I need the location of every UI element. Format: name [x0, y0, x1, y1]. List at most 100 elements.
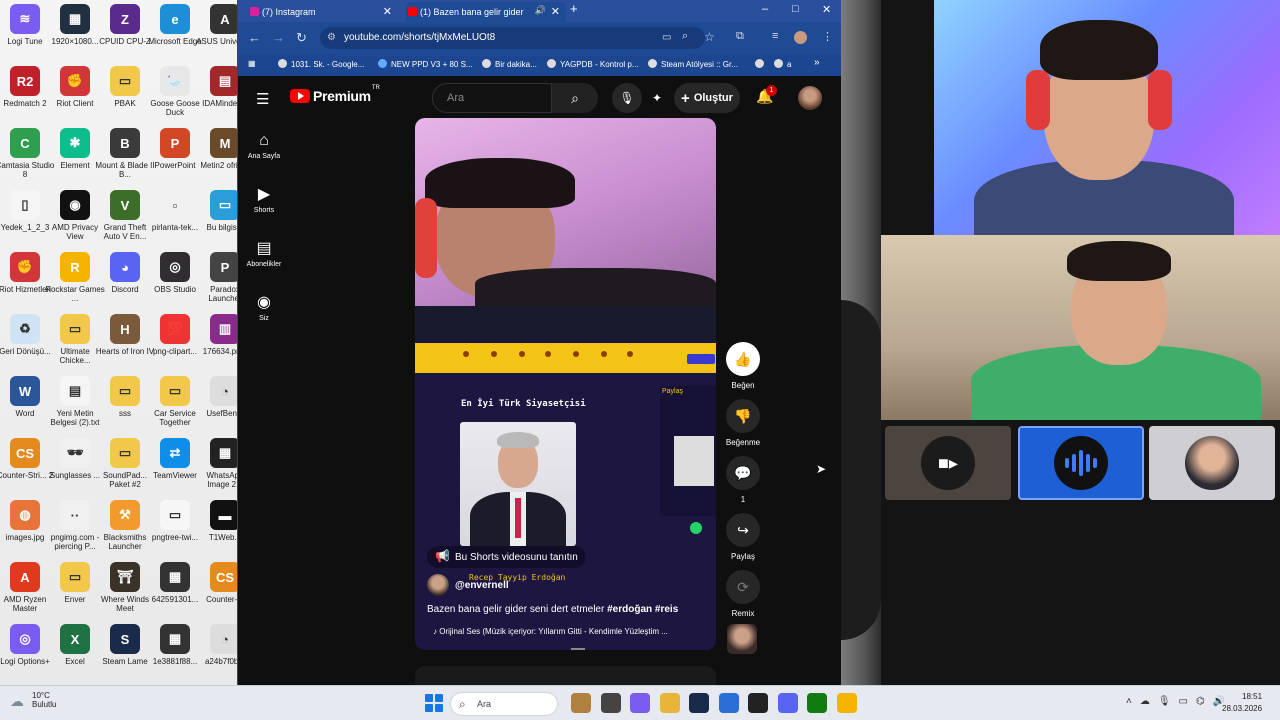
taskbar-store-icon[interactable] — [718, 693, 739, 713]
forward-arrow-icon[interactable]: → — [272, 30, 285, 45]
desktop-icon[interactable]: ▬ T1Web... — [195, 498, 240, 560]
bookmark-star-icon[interactable]: ☆ — [704, 30, 715, 44]
taskbar-chrome-icon[interactable] — [836, 693, 857, 713]
app-icon: ▭ — [110, 66, 140, 96]
taskbar-widget-icon[interactable] — [571, 693, 591, 713]
sidebar-item-home[interactable]: ⌂ Ana Sayfa — [238, 120, 290, 174]
title-hashtags[interactable]: #erdoğan #reis — [607, 604, 678, 615]
taskbar-discord-icon[interactable] — [777, 693, 798, 713]
promote-short-button[interactable]: 📢 Bu Shorts videosunu tanıtın — [427, 546, 586, 568]
search-input[interactable]: Ara — [432, 83, 552, 113]
taskbar-file-manager-icon[interactable] — [600, 693, 621, 713]
close-tab-icon[interactable]: ✕ — [551, 5, 560, 18]
back-arrow-icon[interactable]: ← — [248, 30, 261, 45]
close-tab-icon[interactable]: ✕ — [383, 5, 392, 18]
site-info-icon[interactable]: ⚙ — [327, 27, 336, 49]
bookmark-item[interactable]: NEW PPD V3 + 80 S... — [378, 59, 473, 69]
app-icon: 💯 — [160, 314, 190, 344]
zoom-icon[interactable]: ⌕ — [682, 30, 688, 43]
desktop-icon[interactable]: M Metin2 ofrijil... — [195, 126, 240, 188]
voice-tile[interactable] — [1018, 426, 1144, 500]
bookmark-item[interactable] — [755, 59, 768, 69]
create-button[interactable]: + Oluştur — [674, 83, 740, 113]
tab-search-icon[interactable]: ≡ — [772, 30, 778, 42]
sound-thumbnail[interactable] — [727, 624, 757, 654]
channel-row[interactable]: @envernell — [427, 574, 509, 596]
new-tab-button[interactable]: + — [570, 1, 578, 16]
display-icon[interactable]: ▭ — [1179, 696, 1196, 707]
music-info[interactable]: ♪ Orijinal Ses (Müzik içeriyor: Yıllarım… — [433, 627, 713, 636]
sidebar-item-subscriptions[interactable]: ▤ Abonelikler — [238, 228, 290, 282]
menu-dots-icon[interactable]: ⋮ — [822, 30, 833, 43]
account-avatar[interactable] — [798, 86, 822, 110]
voice-search-button[interactable]: 🎙 — [612, 83, 642, 113]
bookmark-item[interactable]: YAGPDB - Kontrol p... — [547, 59, 639, 69]
taskbar-steam-icon[interactable] — [689, 693, 709, 713]
audio-playing-icon[interactable]: 🔊 — [535, 5, 546, 16]
next-short-preview[interactable] — [415, 666, 716, 686]
sidebar-item-shorts[interactable]: ▶ Shorts — [238, 174, 290, 228]
desktop: ≋ Logi Tune ▦ 1920×1080... Z CPUID CPU-Z e Micr… — [0, 0, 240, 685]
channel-name[interactable]: @envernell — [455, 580, 509, 591]
microphone-icon[interactable]: 🎙 — [1158, 696, 1179, 707]
tab-instagram[interactable]: (7) Instagram ✕ — [248, 2, 398, 22]
comment-icon: 💬 — [726, 456, 760, 490]
bookmark-item[interactable]: a — [774, 59, 791, 69]
minimize-button[interactable]: – — [762, 3, 768, 15]
network-icon[interactable]: ⌬ — [1196, 696, 1213, 707]
youtube-logo[interactable]: Premium TR — [290, 85, 380, 104]
bookmark-item[interactable]: 1031. Sk. - Google... — [278, 59, 364, 69]
chevron-up-icon[interactable]: ˄ — [1126, 696, 1140, 707]
desktop-icon[interactable]: ▭ Bu bilgis... — [195, 188, 240, 250]
cast-icon[interactable]: ▭ — [662, 32, 671, 43]
taskbar-app-dark-icon[interactable] — [748, 693, 768, 713]
profile-avatar[interactable] — [794, 31, 807, 44]
apps-grid-icon[interactable]: ▦ — [248, 59, 256, 68]
search-icon: ⌕ — [459, 697, 466, 711]
app-icon: A — [210, 4, 240, 34]
close-window-button[interactable]: ✕ — [822, 3, 831, 16]
tab-youtube[interactable]: (1) Bazen bana gelir gider 🔊 ✕ — [406, 2, 566, 22]
short-video-player[interactable]: En İyi Türk Siyasetçisi Paylaş Recep Tay… — [415, 118, 716, 650]
app-icon: V — [110, 190, 140, 220]
taskbar-search[interactable]: ⌕ Ara — [450, 692, 558, 716]
app-icon: P — [160, 128, 190, 158]
desktop-icon[interactable]: ▤ IDAMindex... — [195, 64, 240, 126]
dislike-icon: 👎 — [726, 399, 760, 433]
system-tray[interactable]: ˄☁🎙▭⌬🔊 — [1126, 696, 1233, 707]
channel-avatar[interactable] — [427, 574, 449, 596]
share-button[interactable]: ↪ Paylaş — [722, 513, 764, 570]
maximize-button[interactable]: □ — [792, 3, 799, 15]
desktop-icon[interactable]: ◔ UsefBen... — [195, 374, 240, 436]
cloud-icon[interactable]: ☁ — [1140, 696, 1158, 707]
like-button[interactable]: 👍 Beğen — [722, 342, 764, 399]
dislike-button[interactable]: 👎 Beğenme — [722, 399, 764, 456]
desktop-icon[interactable]: ◔ a24b7f0b... — [195, 622, 240, 684]
desktop-icon[interactable]: ▥ 176634.pn... — [195, 312, 240, 374]
search-button[interactable]: ⌕ — [552, 83, 598, 113]
hamburger-menu-icon[interactable]: ☰ — [256, 90, 269, 108]
start-button[interactable] — [425, 694, 443, 712]
avatar-tile[interactable] — [1149, 426, 1275, 500]
weather-widget[interactable]: ☁ 10°C Bulutlu — [10, 691, 56, 709]
clock[interactable]: 18:51 28.03.2026 — [1222, 691, 1262, 715]
comments-button[interactable]: 💬 1 — [722, 456, 764, 513]
more-bookmarks-button[interactable]: » — [814, 57, 820, 68]
app-icon: Z — [110, 4, 140, 34]
taskbar-copilot-icon[interactable] — [630, 693, 650, 713]
extension-button[interactable]: ✦ — [642, 83, 672, 113]
bookmark-item[interactable]: Bir dakika... — [482, 59, 537, 69]
remix-button[interactable]: ⟳ Remix — [722, 570, 764, 627]
extensions-icon[interactable]: ⧉ — [736, 30, 744, 43]
desktop-icon[interactable]: P Paradox Launcher — [195, 250, 240, 312]
taskbar-xbox-icon[interactable] — [807, 693, 827, 713]
sidebar-item-you[interactable]: ◉ Siz — [238, 282, 290, 336]
camera-tile[interactable]: ■▸ — [885, 426, 1011, 500]
address-bar[interactable]: ⚙ youtube.com/shorts/tjMxMeLUOt8 — [320, 27, 705, 49]
desktop-icon[interactable]: A ASUS Univers... — [195, 2, 240, 64]
desktop-icon[interactable]: CS Counter-... — [195, 560, 240, 622]
reload-icon[interactable]: ↻ — [296, 30, 307, 46]
desktop-icon[interactable]: ▦ WhatsApp Image 2... — [195, 436, 240, 498]
taskbar-explorer-icon[interactable] — [659, 693, 680, 713]
bookmark-item[interactable]: Steam Atölyesi :: Gr... — [648, 59, 738, 69]
